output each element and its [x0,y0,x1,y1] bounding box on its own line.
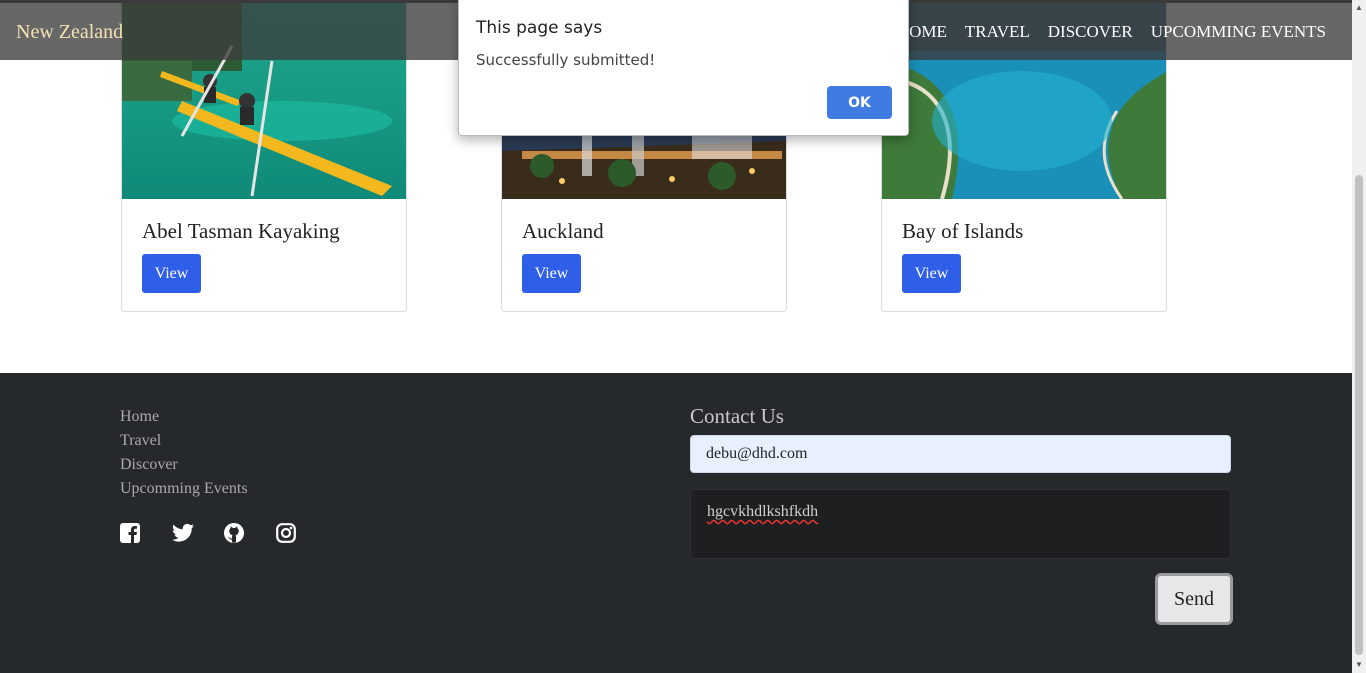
view-button[interactable]: View [902,254,961,293]
nav-links: HOME TRAVEL DISCOVER UPCOMMING EVENTS [879,22,1326,42]
send-button[interactable]: Send [1155,573,1233,625]
footer-link-travel[interactable]: Travel [120,429,248,453]
alert-dialog: This page says Successfully submitted! O… [458,0,909,136]
footer-link-home[interactable]: Home [120,405,248,429]
instagram-icon[interactable] [276,523,296,543]
social-links [120,523,296,543]
contact-title: Contact Us [690,404,784,428]
view-button[interactable]: View [522,254,581,293]
brand-logo[interactable]: New Zealand [16,21,123,44]
dialog-message: Successfully submitted! [476,51,656,69]
card-title: Bay of Islands [902,219,1024,243]
email-field[interactable] [690,435,1231,473]
nav-discover[interactable]: DISCOVER [1048,22,1133,42]
page-scrollbar[interactable]: ▲ ▼ [1352,0,1366,673]
message-field[interactable]: hgcvkhdlkshfkdh [690,489,1231,559]
card-title: Auckland [522,219,604,243]
github-icon[interactable] [224,523,244,543]
footer-link-upcomming-events[interactable]: Upcomming Events [120,477,248,501]
footer: Home Travel Discover Upcomming Events Co… [0,373,1352,673]
scroll-down-icon[interactable]: ▼ [1355,660,1363,669]
card-title: Abel Tasman Kayaking [142,219,340,243]
facebook-icon[interactable] [120,523,140,543]
view-button[interactable]: View [142,254,201,293]
scroll-up-icon[interactable]: ▲ [1355,3,1363,12]
nav-travel[interactable]: TRAVEL [965,22,1030,42]
scroll-thumb[interactable] [1355,175,1363,655]
twitter-icon[interactable] [172,523,194,543]
message-text: hgcvkhdlkshfkdh [707,503,819,520]
footer-links: Home Travel Discover Upcomming Events [120,405,248,501]
dialog-title: This page says [476,18,603,38]
ok-button[interactable]: OK [827,86,892,119]
footer-link-discover[interactable]: Discover [120,453,248,477]
nav-upcomming-events[interactable]: UPCOMMING EVENTS [1151,22,1326,42]
